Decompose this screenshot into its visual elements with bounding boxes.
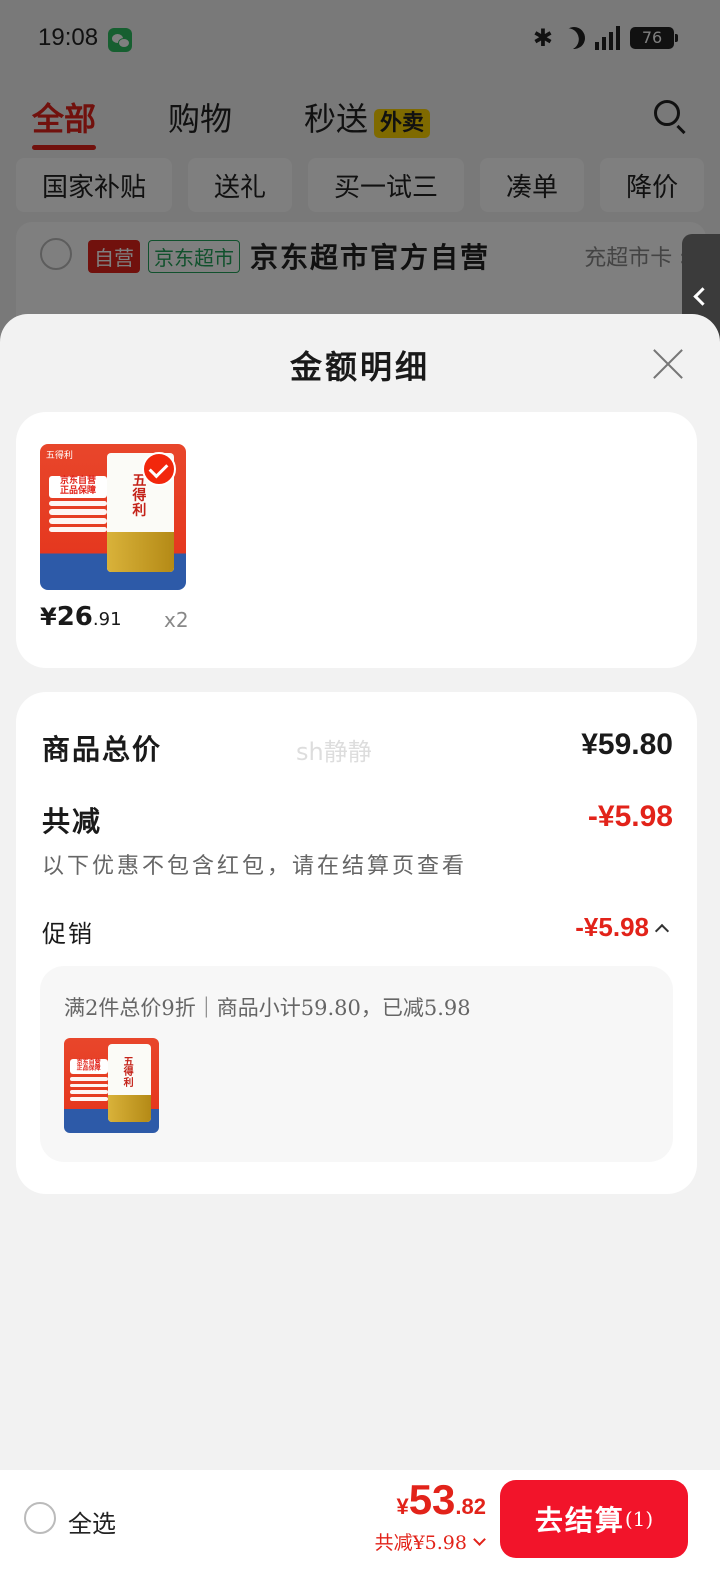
promo-thumb-panel-title: 京东自营 正品保障 <box>69 1058 108 1075</box>
amount-detail-sheet: 金额明细 五得利 京东自营 正品保障 五得利 ¥ 26 .91 x2 sh静静 … <box>0 314 720 1470</box>
close-icon[interactable] <box>650 346 686 382</box>
goods-card: 五得利 京东自营 正品保障 五得利 ¥ 26 .91 x2 <box>16 412 697 668</box>
total-price-value: ¥59.80 <box>581 728 673 761</box>
total-price-label: 商品总价 <box>42 733 163 766</box>
checkout-label: 去结算 <box>534 1504 625 1537</box>
select-all-label[interactable]: 全选 <box>68 1504 116 1539</box>
promo-label: 促销 <box>42 920 94 948</box>
promo-description: 满2件总价9折｜商品小计59.80，已减5.98 <box>64 996 471 1020</box>
bottom-bar: 全选 ¥ 53 .82 共减¥5.98 去结算 (1) <box>0 1470 720 1584</box>
promo-thumb-sack-name: 五得利 <box>123 1056 134 1089</box>
watermark: sh静静 <box>296 738 372 766</box>
promo-toggle[interactable]: -¥5.98 <box>575 912 670 943</box>
goods-price-decimal: .91 <box>92 609 122 630</box>
chevron-up-icon <box>654 923 670 938</box>
goods-quantity: x2 <box>164 608 189 632</box>
goods-price-integer: 26 <box>56 602 93 632</box>
discount-note: 以下优惠不包含红包，请在结算页查看 <box>42 854 468 879</box>
thumb-panel-title: 京东自营 正品保障 <box>48 476 108 498</box>
reduce-label: 共减 <box>42 805 103 838</box>
goods-price-currency: ¥ <box>40 603 57 631</box>
thumb-brand: 五得利 <box>45 451 73 462</box>
amount-detail-card: sh静静 商品总价 ¥59.80 共减 -¥5.98 以下优惠不包含红包，请在结… <box>16 692 697 1194</box>
total-discount: 共减¥5.98 <box>374 1532 467 1554</box>
select-all-radio[interactable] <box>24 1502 56 1534</box>
chevron-down-icon <box>473 1532 486 1546</box>
promo-box: 满2件总价9折｜商品小计59.80，已减5.98 京东自营 正品保障 五得利 <box>40 966 673 1162</box>
goods-price: ¥ 26 .91 <box>40 602 122 632</box>
promo-product-thumbnail[interactable]: 京东自营 正品保障 五得利 <box>64 1038 159 1133</box>
checkout-count: (1) <box>624 1507 654 1531</box>
total-discount-toggle[interactable]: 共减¥5.98 <box>374 1528 486 1555</box>
check-icon[interactable] <box>142 452 176 486</box>
total-price-decimal: .82 <box>455 1494 486 1519</box>
promo-value: -¥5.98 <box>575 912 649 942</box>
reduce-value: -¥5.98 <box>587 800 673 833</box>
total-price-integer: 53 <box>408 1476 456 1523</box>
checkout-button[interactable]: 去结算 (1) <box>500 1480 688 1558</box>
rice-bag-image-small: 京东自营 正品保障 五得利 <box>64 1038 159 1133</box>
total-price: ¥ 53 .82 <box>396 1476 486 1524</box>
total-price-currency: ¥ <box>396 1494 409 1519</box>
sheet-title: 金额明细 <box>289 348 430 386</box>
